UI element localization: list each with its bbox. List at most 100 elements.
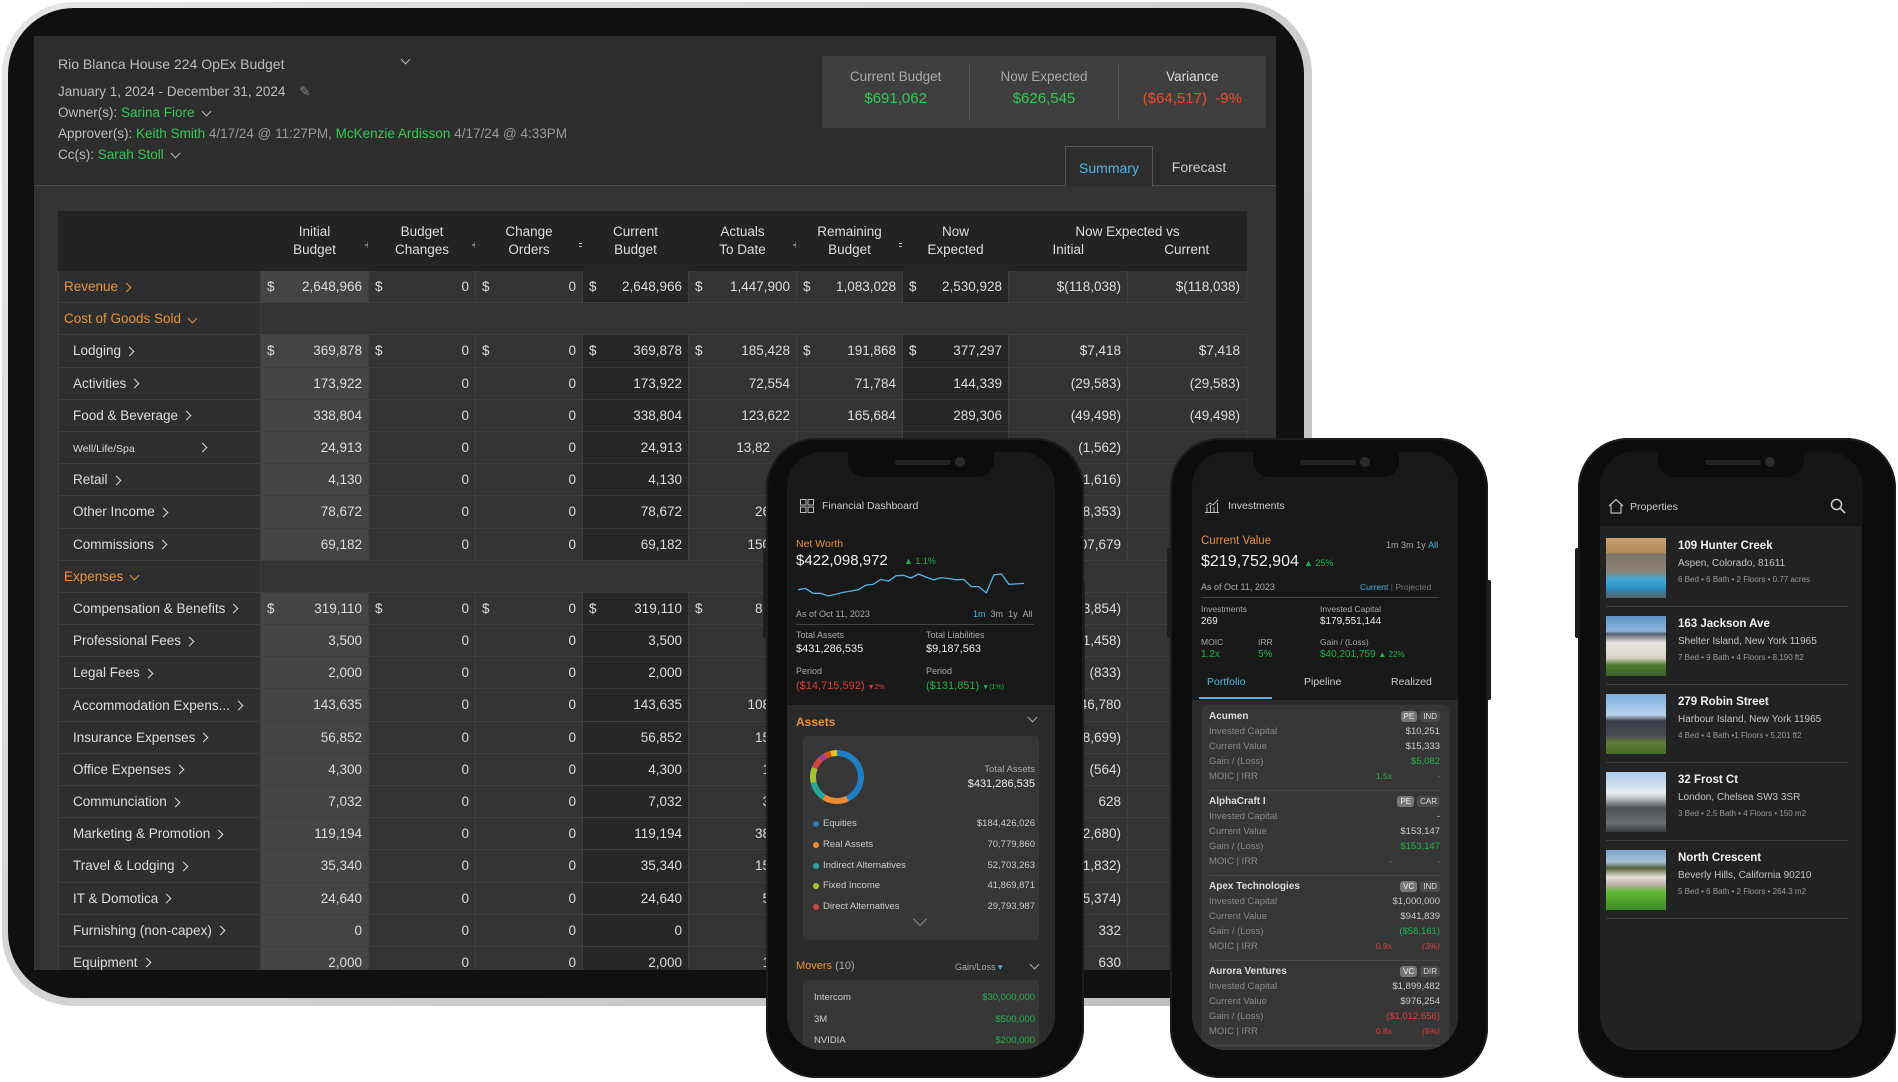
row-label[interactable]: Lodging bbox=[58, 334, 261, 368]
row-label[interactable]: Equipment bbox=[58, 945, 261, 970]
range-all[interactable]: All bbox=[1428, 540, 1438, 550]
row-label[interactable]: Cost of Goods Sold bbox=[58, 302, 261, 336]
cc-chevron-icon[interactable] bbox=[170, 148, 181, 159]
view-current[interactable]: Current bbox=[1360, 582, 1388, 592]
row-label[interactable]: Expenses bbox=[58, 559, 261, 593]
approver-name[interactable]: McKenzie Ardisson bbox=[336, 126, 451, 141]
investment-name[interactable]: Acumen bbox=[1209, 711, 1248, 722]
table-row[interactable]: Activities 173,922 0 0 173,922 72,554 71,784 14… bbox=[58, 366, 1247, 400]
chevron-right-icon[interactable] bbox=[197, 443, 208, 453]
row-label[interactable]: Legal Fees bbox=[58, 656, 261, 690]
property-name[interactable]: 109 Hunter Creek bbox=[1678, 540, 1773, 552]
cc-name[interactable]: Sarah Stoll bbox=[98, 147, 164, 162]
table-row[interactable]: Lodging $369,878 $0 $0 $369,878 $185,428 $191,… bbox=[58, 334, 1247, 368]
investment-name[interactable]: Apex Technologies bbox=[1209, 881, 1300, 892]
row-label[interactable]: Compensation & Benefits bbox=[58, 591, 261, 626]
row-label[interactable]: Retail bbox=[58, 463, 261, 497]
tab-summary[interactable]: Summary bbox=[1065, 146, 1153, 187]
cell-value: 4,130 bbox=[328, 472, 362, 488]
row-label[interactable]: Other Income bbox=[58, 495, 261, 529]
row-label[interactable]: Marketing & Promotion bbox=[58, 817, 261, 851]
row-label[interactable]: Furnishing (non-capex) bbox=[58, 913, 261, 947]
table-group-row[interactable]: Cost of Goods Sold bbox=[58, 302, 1247, 336]
table-group-row[interactable]: Revenue $2,648,966 $0 $0 $2,648,966 $1,447,90… bbox=[58, 269, 1247, 304]
row-label[interactable]: Communciation bbox=[58, 784, 261, 819]
chevron-right-icon[interactable] bbox=[124, 346, 135, 357]
chevron-right-icon[interactable] bbox=[170, 797, 181, 807]
range-3m[interactable]: 3m bbox=[991, 609, 1004, 619]
column-header-line: To Date bbox=[719, 242, 766, 257]
mover-name[interactable]: Intercom bbox=[814, 992, 851, 1003]
range-all[interactable]: All bbox=[1023, 609, 1033, 619]
liabilities-period-amount: ($131,851) bbox=[926, 680, 980, 692]
chevron-right-icon[interactable] bbox=[111, 475, 121, 486]
row-label[interactable]: Insurance Expenses bbox=[58, 720, 261, 754]
chevron-right-icon[interactable] bbox=[233, 700, 244, 711]
row-label[interactable]: Office Expenses bbox=[58, 752, 261, 787]
row-label[interactable]: Revenue bbox=[58, 269, 261, 304]
tab-realized[interactable]: Realized bbox=[1391, 676, 1432, 688]
range-3m[interactable]: 3m bbox=[1401, 540, 1414, 550]
row-label[interactable]: Food & Beverage bbox=[58, 398, 261, 432]
property-name[interactable]: 32 Frost Ct bbox=[1678, 774, 1738, 786]
chevron-right-icon[interactable] bbox=[174, 764, 185, 775]
column-header: InitialBudget+ bbox=[260, 211, 369, 271]
owner-chevron-icon[interactable] bbox=[201, 106, 212, 117]
moic-value: 0.8x bbox=[1375, 1026, 1392, 1036]
cell-value: (564) bbox=[1089, 761, 1121, 777]
row-label[interactable]: Well/Life/Spa bbox=[58, 430, 261, 465]
mover-name[interactable]: 3M bbox=[814, 1014, 827, 1025]
tab-portfolio[interactable]: Portfolio bbox=[1207, 676, 1246, 688]
row-label[interactable]: Activities bbox=[58, 366, 261, 400]
cell-value: (1,562) bbox=[1078, 439, 1121, 455]
chevron-right-icon[interactable] bbox=[143, 668, 154, 679]
chevron-right-icon[interactable] bbox=[198, 732, 209, 743]
chevron-right-icon[interactable] bbox=[129, 378, 140, 389]
movers-sort-dropdown[interactable]: Gain/Loss ▾ bbox=[955, 962, 1003, 973]
property-separator bbox=[1606, 606, 1848, 607]
table-row[interactable]: Food & Beverage 338,804 0 0 338,804 123,622 16… bbox=[58, 398, 1247, 432]
chevron-right-icon[interactable] bbox=[215, 925, 226, 936]
owner-name[interactable]: Sarina Fiore bbox=[121, 105, 195, 120]
chevron-right-icon[interactable] bbox=[158, 507, 169, 518]
budget-select-chevron-icon[interactable] bbox=[400, 54, 411, 65]
search-icon[interactable] bbox=[1830, 498, 1846, 514]
row-label[interactable]: Commissions bbox=[58, 527, 261, 561]
tab-pipeline[interactable]: Pipeline bbox=[1304, 676, 1341, 688]
tab-forecast[interactable]: Forecast bbox=[1156, 146, 1242, 186]
range-1m[interactable]: 1m bbox=[973, 609, 986, 619]
range-1y[interactable]: 1y bbox=[1416, 540, 1426, 550]
mover-name[interactable]: NVIDIA bbox=[814, 1035, 846, 1046]
chevron-right-icon[interactable] bbox=[161, 893, 172, 904]
property-name[interactable]: 163 Jackson Ave bbox=[1678, 618, 1770, 630]
range-1y[interactable]: 1y bbox=[1008, 609, 1018, 619]
row-label[interactable]: IT & Domotica bbox=[58, 881, 261, 915]
chevron-right-icon[interactable] bbox=[228, 603, 239, 614]
movers-count: (10) bbox=[835, 960, 855, 972]
chevron-down-icon[interactable] bbox=[187, 313, 198, 324]
chevron-down-icon[interactable] bbox=[129, 570, 140, 581]
cell-value: 69,182 bbox=[320, 536, 362, 552]
chevron-right-icon[interactable] bbox=[181, 410, 192, 421]
view-projected[interactable]: Projected bbox=[1395, 582, 1431, 592]
range-1m[interactable]: 1m bbox=[1386, 540, 1399, 550]
investment-name[interactable]: AlphaCraft I bbox=[1209, 796, 1266, 807]
kpi-label: Current Budget bbox=[849, 69, 942, 84]
chevron-right-icon[interactable] bbox=[157, 539, 168, 550]
chevron-right-icon[interactable] bbox=[178, 861, 189, 872]
chevron-right-icon[interactable] bbox=[213, 829, 224, 840]
compare-subheader: Initial bbox=[1052, 242, 1084, 257]
row-label[interactable]: Accommodation Expens... bbox=[58, 688, 261, 722]
badge-pe: PE bbox=[1397, 796, 1415, 807]
investment-name[interactable]: Aurora Ventures bbox=[1209, 966, 1287, 977]
budget-title[interactable]: Rio Blanca House 224 OpEx Budget bbox=[58, 56, 284, 72]
row-label[interactable]: Travel & Lodging bbox=[58, 849, 261, 883]
property-name[interactable]: North Crescent bbox=[1678, 852, 1761, 864]
property-name[interactable]: 279 Robin Street bbox=[1678, 696, 1769, 708]
row-label[interactable]: Professional Fees bbox=[58, 624, 261, 658]
approver-name[interactable]: Keith Smith bbox=[136, 126, 205, 141]
chevron-right-icon[interactable] bbox=[141, 958, 151, 968]
pencil-icon[interactable]: ✎ bbox=[299, 84, 310, 99]
chevron-right-icon[interactable] bbox=[121, 282, 132, 292]
chevron-right-icon[interactable] bbox=[184, 636, 195, 647]
